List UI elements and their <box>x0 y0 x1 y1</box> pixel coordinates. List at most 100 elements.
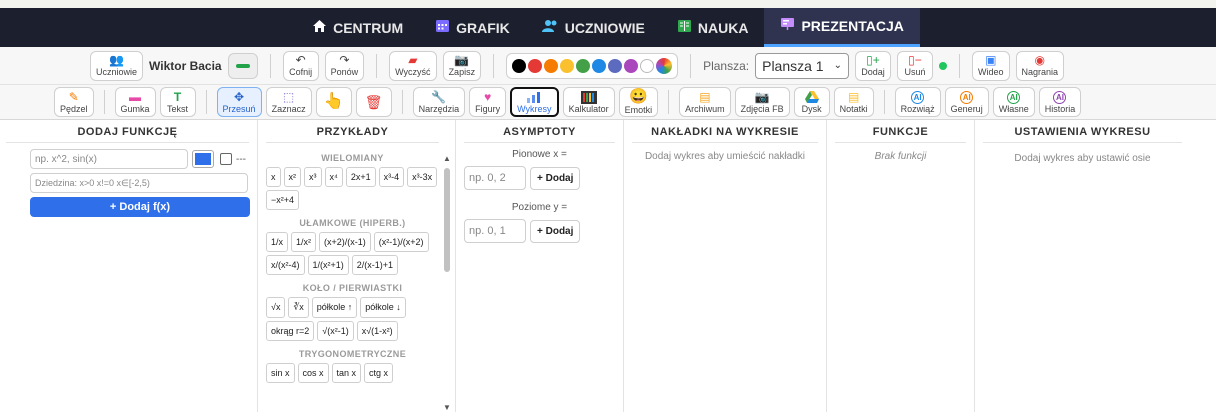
nav-grafik[interactable]: GRAFIK <box>419 8 526 47</box>
nav-uczniowie[interactable]: UCZNIOWIE <box>526 8 661 47</box>
user-status-button[interactable] <box>227 52 258 79</box>
tools-button[interactable]: 🔧 Narzędzia <box>412 87 466 117</box>
examples-scrollbar[interactable]: ▲ ▼ <box>443 154 451 412</box>
redo-button[interactable]: ↷ Ponów <box>324 50 365 81</box>
example-function-button[interactable]: x/(x²-4) <box>266 255 305 275</box>
color-swatch[interactable] <box>544 58 559 73</box>
color-swatch[interactable] <box>528 58 543 73</box>
example-function-button[interactable]: ∛x <box>288 297 309 318</box>
nav-label: CENTRUM <box>333 19 404 36</box>
ai-history-button[interactable]: AI Historia <box>1038 87 1082 117</box>
color-swatch[interactable] <box>608 58 623 73</box>
hand-button[interactable]: 👆 <box>315 87 352 117</box>
example-function-button[interactable]: półkole ↑ <box>311 297 358 318</box>
shapes-button[interactable]: ♥ Figury <box>469 87 507 117</box>
domain-input[interactable]: Dziedzina: x>0 x!=0 x∈[-2,5) <box>30 173 248 193</box>
example-function-button[interactable]: x³ <box>304 167 322 187</box>
nav-prezentacja[interactable]: PREZENTACJA <box>764 8 920 47</box>
function-color-picker[interactable] <box>192 150 214 168</box>
clear-button[interactable]: ▰ Wyczyść <box>389 50 437 81</box>
text-icon: T <box>173 89 182 104</box>
horizontal-asymptote-input[interactable]: np. 0, 1 <box>464 219 526 243</box>
example-function-button[interactable]: −x²+4 <box>266 190 300 210</box>
save-button[interactable]: 📷 Zapisz <box>442 50 482 81</box>
delete-button[interactable]: 🗑 <box>355 87 392 117</box>
home-icon <box>312 19 327 37</box>
example-function-button[interactable]: x³-3x <box>407 167 438 187</box>
archive-button[interactable]: ▤ Archiwum <box>679 87 731 117</box>
calculator-button[interactable]: Kalkulator <box>562 87 615 117</box>
example-function-button[interactable]: 1/x² <box>291 232 317 252</box>
emoji-button[interactable]: 😀 Emotki <box>618 87 659 117</box>
charts-button[interactable]: Wykresy <box>510 87 559 117</box>
nav-nauka[interactable]: NAUKA <box>661 8 765 47</box>
ai-solve-button[interactable]: AI Rozwiąż <box>894 87 941 117</box>
scrollbar-thumb[interactable] <box>444 168 450 272</box>
add-vertical-asymptote-button[interactable]: + Dodaj <box>530 166 581 190</box>
status-dot <box>938 61 947 70</box>
hand-icon: 👆 <box>323 93 344 110</box>
notes-button[interactable]: ▤ Notatki <box>833 87 874 117</box>
example-function-button[interactable]: (x²-1)/(x+2) <box>373 232 429 252</box>
text-button[interactable]: T Tekst <box>159 87 196 117</box>
example-function-button[interactable]: półkole ↓ <box>360 297 406 318</box>
example-function-button[interactable]: okrąg r=2 <box>266 321 315 341</box>
video-button[interactable]: ▣ Wideo <box>971 50 1010 81</box>
panel-add-function: DODAJ FUNKCJĘ np. x^2, sin(x) --- Dziedz… <box>0 120 258 412</box>
function-input[interactable]: np. x^2, sin(x) <box>30 149 188 169</box>
example-function-button[interactable]: x³-4 <box>378 167 405 187</box>
separator <box>690 53 692 78</box>
example-function-button[interactable]: x⁴ <box>324 167 343 187</box>
color-swatch[interactable] <box>592 58 607 73</box>
example-function-button[interactable]: (x+2)/(x-1) <box>319 232 371 252</box>
example-function-button[interactable]: √x <box>266 297 286 318</box>
color-swatch[interactable] <box>624 58 639 73</box>
recordings-button[interactable]: ◉ Nagrania <box>1015 50 1065 81</box>
scroll-down-icon[interactable]: ▼ <box>443 403 451 412</box>
undo-button[interactable]: ↶ Cofnij <box>282 50 319 81</box>
dashed-checkbox[interactable] <box>220 153 232 165</box>
board-select[interactable]: Plansza 1 ⌄ <box>755 52 849 79</box>
remove-board-button[interactable]: ▯− Usuń <box>896 50 933 81</box>
example-function-button[interactable]: sin x <box>266 363 295 383</box>
example-function-button[interactable]: √(x²-1) <box>317 321 354 341</box>
add-board-button[interactable]: ▯+ Dodaj <box>854 50 891 81</box>
example-function-button[interactable]: 1/x <box>266 232 289 252</box>
vertical-asymptote-input[interactable]: np. 0, 2 <box>464 166 526 190</box>
color-swatch[interactable] <box>576 58 591 73</box>
examples-chip-group: sin x cos x tan x ctg x <box>266 363 439 383</box>
scroll-up-icon[interactable]: ▲ <box>443 154 451 163</box>
add-horizontal-asymptote-button[interactable]: + Dodaj <box>530 219 581 243</box>
move-button[interactable]: ✥ Przesuń <box>216 87 262 117</box>
panel-asymptotes: ASYMPTOTY Pionowe x = np. 0, 2 + Dodaj P… <box>456 120 624 412</box>
drive-button[interactable]: Dysk <box>793 87 830 117</box>
nav-centrum[interactable]: CENTRUM <box>296 8 419 47</box>
eraser-button[interactable]: ▬ Gumka <box>114 87 156 117</box>
students-button[interactable]: 👥 Uczniowie <box>90 50 144 81</box>
add-function-button[interactable]: + Dodaj f(x) <box>30 197 250 217</box>
color-swatch[interactable] <box>640 58 655 73</box>
example-function-button[interactable]: x² <box>283 167 301 187</box>
example-function-button[interactable]: ctg x <box>364 363 394 383</box>
board-label: Plansza: <box>703 58 750 73</box>
emoji-label: Emotki <box>624 105 653 115</box>
book-icon <box>677 19 692 37</box>
ai-generate-button[interactable]: AI Generuj <box>944 87 989 117</box>
example-function-button[interactable]: cos x <box>297 363 329 383</box>
ai-custom-button[interactable]: AI Własne <box>992 87 1035 117</box>
solve-label: Rozwiąż <box>900 103 935 114</box>
example-function-button[interactable]: 2/(x-1)+1 <box>351 255 399 275</box>
archive-icon: ▤ <box>699 89 711 104</box>
example-function-button[interactable]: tan x <box>331 363 362 383</box>
color-wheel-icon[interactable] <box>656 57 673 74</box>
eraser-icon: ▬ <box>129 89 142 104</box>
select-button[interactable]: ⬚ Zaznacz <box>265 87 312 117</box>
photos-button[interactable]: 📷 Zdjęcia FB <box>734 87 790 117</box>
example-function-button[interactable]: 2x+1 <box>345 167 376 187</box>
example-function-button[interactable]: x <box>266 167 281 187</box>
example-function-button[interactable]: x√(1-x²) <box>356 321 398 341</box>
brush-button[interactable]: ✎ Pędzel <box>54 87 94 117</box>
example-function-button[interactable]: 1/(x²+1) <box>307 255 349 275</box>
color-swatch[interactable] <box>560 58 575 73</box>
color-swatch[interactable] <box>512 58 527 73</box>
